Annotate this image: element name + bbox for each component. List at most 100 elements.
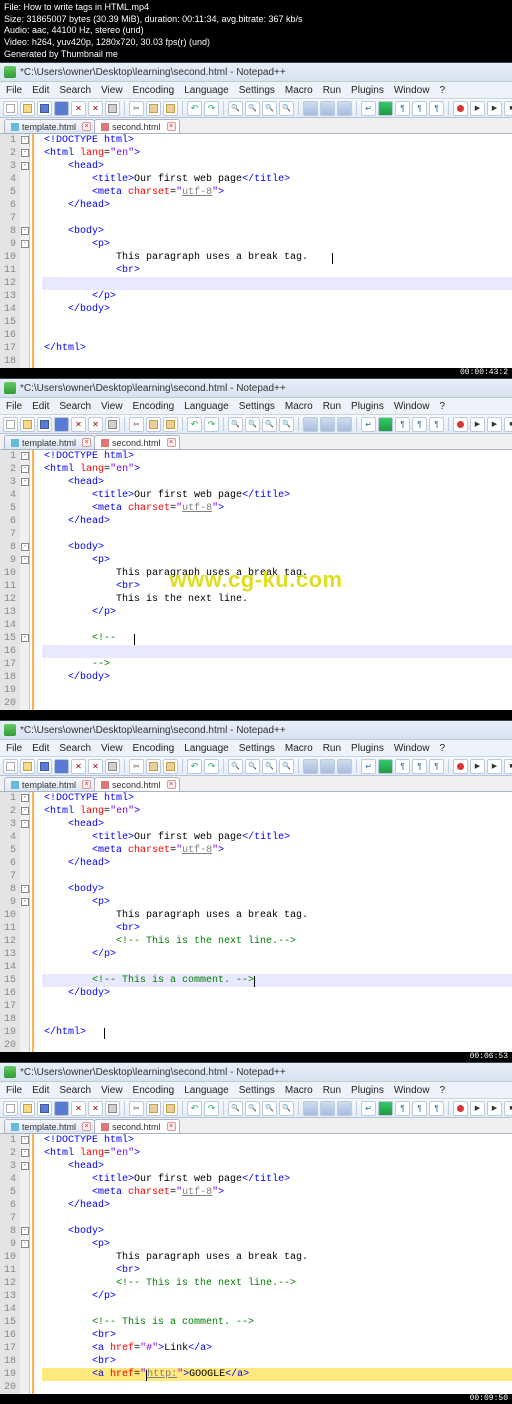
toolbar-play-button[interactable] bbox=[487, 1101, 502, 1116]
tab-second[interactable]: second.html× bbox=[94, 435, 180, 449]
menu-encoding[interactable]: Encoding bbox=[133, 85, 175, 96]
toolbar-redo-button[interactable] bbox=[204, 1101, 219, 1116]
toolbar-redo-button[interactable] bbox=[204, 101, 219, 116]
menu-settings[interactable]: Settings bbox=[239, 743, 275, 754]
menu-window[interactable]: Window bbox=[394, 1085, 430, 1096]
code-line[interactable]: </head> bbox=[42, 1199, 512, 1212]
toolbar-para-button[interactable] bbox=[395, 101, 410, 116]
code-line[interactable]: <title>Our first web page</title> bbox=[42, 489, 512, 502]
code-line[interactable]: <br> bbox=[42, 922, 512, 935]
toolbar-copy-button[interactable] bbox=[146, 101, 161, 116]
tab-template[interactable]: template.html× bbox=[4, 119, 95, 133]
menu-run[interactable]: Run bbox=[323, 743, 341, 754]
code-line[interactable]: <a href="#">Link</a> bbox=[42, 1342, 512, 1355]
toolbar-zoom-button[interactable] bbox=[303, 1101, 318, 1116]
code-line[interactable]: </p> bbox=[42, 606, 512, 619]
fold-box-icon[interactable]: - bbox=[21, 149, 29, 157]
menu-language[interactable]: Language bbox=[184, 401, 229, 412]
fold-box-icon[interactable]: - bbox=[21, 1162, 29, 1170]
menu-file[interactable]: File bbox=[6, 85, 22, 96]
toolbar-new-button[interactable] bbox=[3, 1101, 18, 1116]
toolbar-zoom-button[interactable] bbox=[320, 101, 335, 116]
menu-plugins[interactable]: Plugins bbox=[351, 743, 384, 754]
toolbar-undo-button[interactable] bbox=[187, 1101, 202, 1116]
fold-box-icon[interactable]: - bbox=[21, 452, 29, 460]
code-line[interactable] bbox=[42, 1212, 512, 1225]
code-line[interactable] bbox=[42, 329, 512, 342]
fold-box-icon[interactable]: - bbox=[21, 794, 29, 802]
fold-box-icon[interactable]: - bbox=[21, 543, 29, 551]
code-line[interactable]: </html> bbox=[42, 342, 512, 355]
toolbar-zoom-button[interactable] bbox=[337, 101, 352, 116]
code-line[interactable]: <head> bbox=[42, 476, 512, 489]
fold-box-icon[interactable]: - bbox=[21, 556, 29, 564]
menu-encoding[interactable]: Encoding bbox=[133, 401, 175, 412]
toolbar-close-button[interactable] bbox=[88, 1101, 103, 1116]
toolbar-para-button[interactable] bbox=[395, 417, 410, 432]
toolbar-saveall-button[interactable] bbox=[54, 1101, 69, 1116]
code-line[interactable] bbox=[42, 1039, 512, 1052]
toolbar-zoom-button[interactable] bbox=[337, 417, 352, 432]
menu-settings[interactable]: Settings bbox=[239, 85, 275, 96]
toolbar-saveall-button[interactable] bbox=[54, 101, 69, 116]
toolbar-copy-button[interactable] bbox=[146, 417, 161, 432]
toolbar-open-button[interactable] bbox=[20, 759, 35, 774]
toolbar-close-button[interactable] bbox=[71, 759, 86, 774]
code-line[interactable]: <meta charset="utf-8"> bbox=[42, 502, 512, 515]
toolbar-wrap-button[interactable] bbox=[361, 101, 376, 116]
toolbar-stop-button[interactable] bbox=[504, 759, 512, 774]
code-line[interactable]: <p> bbox=[42, 1238, 512, 1251]
menu-plugins[interactable]: Plugins bbox=[351, 1085, 384, 1096]
toolbar-copy-button[interactable] bbox=[146, 1101, 161, 1116]
code-line[interactable]: <!-- This is the next line.--> bbox=[42, 1277, 512, 1290]
menu-edit[interactable]: Edit bbox=[32, 401, 49, 412]
toolbar-eye-button[interactable] bbox=[378, 759, 393, 774]
code-line[interactable]: <head> bbox=[42, 1160, 512, 1173]
toolbar-para-button[interactable] bbox=[395, 1101, 410, 1116]
menu-run[interactable]: Run bbox=[323, 85, 341, 96]
menu-view[interactable]: View bbox=[101, 85, 123, 96]
toolbar-find-button[interactable] bbox=[279, 1101, 294, 1116]
code-line[interactable] bbox=[42, 1303, 512, 1316]
menu-search[interactable]: Search bbox=[59, 401, 91, 412]
code-line[interactable]: <html lang="en"> bbox=[42, 147, 512, 160]
code-line[interactable] bbox=[42, 528, 512, 541]
toolbar-find-button[interactable] bbox=[245, 1101, 260, 1116]
toolbar-para-button[interactable] bbox=[412, 759, 427, 774]
toolbar-find-button[interactable] bbox=[228, 417, 243, 432]
code-line[interactable]: </head> bbox=[42, 199, 512, 212]
code-editor[interactable]: 1234567891011121314151617181920-----<!DO… bbox=[0, 1134, 512, 1394]
toolbar-new-button[interactable] bbox=[3, 101, 18, 116]
toolbar-close-button[interactable] bbox=[71, 101, 86, 116]
toolbar-zoom-button[interactable] bbox=[320, 1101, 335, 1116]
menu-run[interactable]: Run bbox=[323, 401, 341, 412]
toolbar-para-button[interactable] bbox=[429, 101, 444, 116]
fold-box-icon[interactable]: - bbox=[21, 807, 29, 815]
toolbar-play-button[interactable] bbox=[470, 1101, 485, 1116]
toolbar-saveall-button[interactable] bbox=[54, 417, 69, 432]
code-line[interactable]: <p> bbox=[42, 238, 512, 251]
menu-plugins[interactable]: Plugins bbox=[351, 85, 384, 96]
toolbar-eye-button[interactable] bbox=[378, 1101, 393, 1116]
fold-box-icon[interactable]: - bbox=[21, 885, 29, 893]
code-line[interactable] bbox=[42, 697, 512, 710]
menu-?[interactable]: ? bbox=[439, 85, 445, 96]
toolbar-para-button[interactable] bbox=[429, 417, 444, 432]
toolbar-redo-button[interactable] bbox=[204, 759, 219, 774]
toolbar-open-button[interactable] bbox=[20, 101, 35, 116]
code-line[interactable] bbox=[42, 619, 512, 632]
toolbar-new-button[interactable] bbox=[3, 417, 18, 432]
toolbar-zoom-button[interactable] bbox=[337, 759, 352, 774]
menu-file[interactable]: File bbox=[6, 1085, 22, 1096]
menu-edit[interactable]: Edit bbox=[32, 85, 49, 96]
toolbar-find-button[interactable] bbox=[262, 417, 277, 432]
toolbar-save-button[interactable] bbox=[37, 1101, 52, 1116]
toolbar-cut-button[interactable] bbox=[129, 759, 144, 774]
code-line[interactable]: <head> bbox=[42, 818, 512, 831]
tab-second[interactable]: second.html× bbox=[94, 777, 180, 791]
tab-template[interactable]: template.html× bbox=[4, 435, 95, 449]
menu-window[interactable]: Window bbox=[394, 401, 430, 412]
toolbar-zoom-button[interactable] bbox=[303, 417, 318, 432]
toolbar-wrap-button[interactable] bbox=[361, 417, 376, 432]
toolbar-play-button[interactable] bbox=[470, 417, 485, 432]
